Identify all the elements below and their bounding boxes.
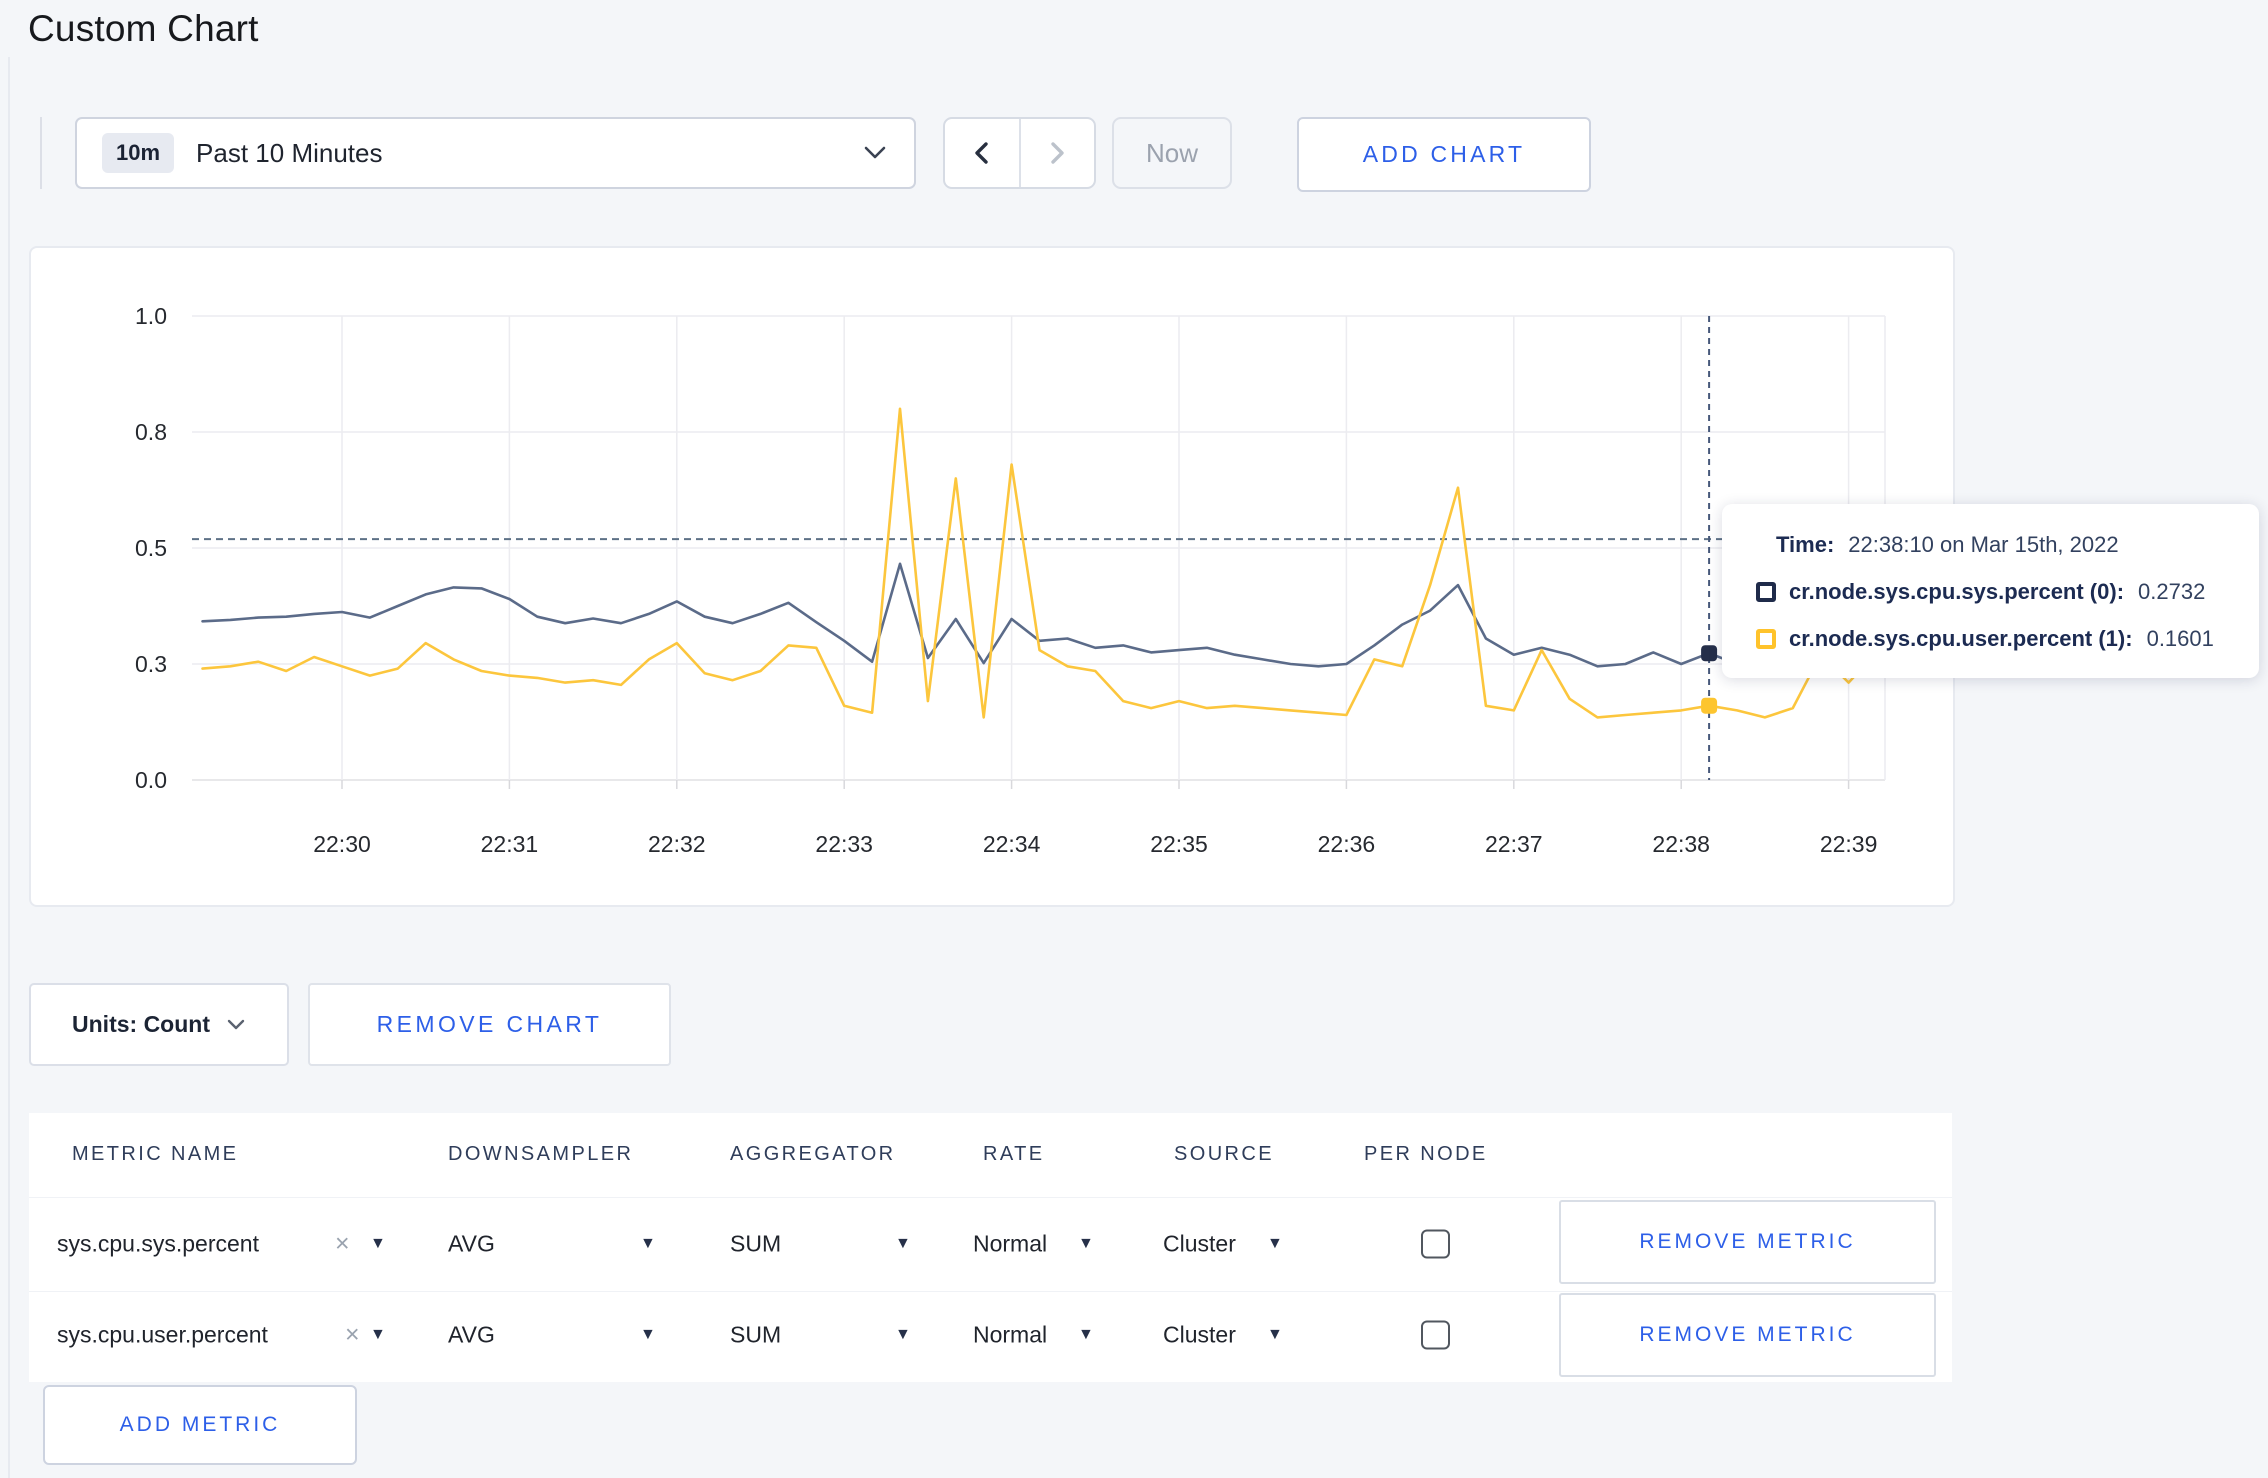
svg-text:0.0: 0.0	[135, 767, 167, 793]
add-metric-label: ADD METRIC	[119, 1413, 281, 1436]
per-node-checkbox[interactable]	[1421, 1320, 1450, 1350]
tooltip-time-row: Time: 22:38:10 on Mar 15th, 2022	[1756, 529, 2233, 561]
remove-metric-button[interactable]: REMOVE METRIC	[1559, 1293, 1936, 1377]
chart-tooltip: Time: 22:38:10 on Mar 15th, 2022 cr.node…	[1722, 504, 2259, 678]
chart-card: 0.0 0.3 0.5 0.8 1.0 22:30 22:31 22:32 22:33 22:34…	[29, 246, 1955, 907]
units-select-label: Units: Count	[72, 1011, 210, 1037]
table-row-separator	[29, 1197, 1952, 1198]
rate-select[interactable]: Normal	[973, 1322, 1047, 1349]
svg-text:0.8: 0.8	[135, 419, 167, 445]
downsampler-select[interactable]: AVG	[448, 1322, 495, 1349]
now-button[interactable]: Now	[1112, 117, 1232, 189]
source-select[interactable]: Cluster	[1163, 1231, 1236, 1258]
series-swatch-sys-icon	[1756, 582, 1776, 602]
dropdown-caret-icon[interactable]: ▼	[370, 1326, 386, 1344]
aggregator-value: SUM	[730, 1230, 782, 1257]
downsampler-select[interactable]: AVG	[448, 1231, 495, 1258]
column-header-downsampler: DOWNSAMPLER	[448, 1143, 634, 1165]
clear-metric-icon[interactable]: ×	[345, 1321, 360, 1350]
svg-text:22:30: 22:30	[313, 831, 371, 857]
metric-name-value: sys.cpu.user.percent	[57, 1321, 268, 1348]
svg-text:22:32: 22:32	[648, 831, 706, 857]
dropdown-caret-icon[interactable]: ▼	[370, 1235, 386, 1253]
svg-text:22:36: 22:36	[1318, 831, 1376, 857]
add-metric-button[interactable]: ADD METRIC	[43, 1385, 357, 1465]
per-node-checkbox[interactable]	[1421, 1229, 1450, 1259]
remove-chart-label: REMOVE CHART	[376, 1011, 603, 1037]
add-chart-label: ADD CHART	[1362, 141, 1526, 167]
time-pager	[943, 117, 1096, 189]
column-header-metric-name: METRIC NAME	[72, 1143, 239, 1165]
remove-metric-label: REMOVE METRIC	[1639, 1230, 1856, 1253]
rate-value: Normal	[973, 1321, 1048, 1348]
remove-metric-button[interactable]: REMOVE METRIC	[1559, 1200, 1936, 1284]
tooltip-series-value: 0.1601	[2146, 626, 2214, 651]
svg-text:22:38: 22:38	[1652, 831, 1710, 857]
tooltip-time-value: 22:38:10 on Mar 15th, 2022	[1848, 532, 2119, 557]
chevron-right-icon	[1043, 139, 1071, 167]
aggregator-select[interactable]: SUM	[730, 1322, 781, 1349]
column-header-aggregator: AGGREGATOR	[730, 1143, 896, 1165]
page-edge-divider	[8, 57, 10, 1478]
add-chart-button[interactable]: ADD CHART	[1297, 117, 1591, 192]
svg-text:22:39: 22:39	[1820, 831, 1878, 857]
rate-select[interactable]: Normal	[973, 1231, 1047, 1258]
controls-divider	[40, 117, 42, 189]
series-swatch-user-icon	[1756, 629, 1776, 649]
column-header-source: SOURCE	[1174, 1143, 1274, 1165]
downsampler-value: AVG	[448, 1230, 495, 1257]
table-row-separator	[29, 1291, 1952, 1292]
tooltip-series-label: cr.node.sys.cpu.sys.percent (0):	[1789, 579, 2125, 604]
remove-chart-button[interactable]: REMOVE CHART	[308, 983, 671, 1066]
svg-text:0.5: 0.5	[135, 535, 167, 561]
dropdown-caret-icon[interactable]: ▼	[1267, 1235, 1283, 1253]
dropdown-caret-icon[interactable]: ▼	[1078, 1235, 1094, 1253]
units-select[interactable]: Units: Count	[29, 983, 289, 1066]
tooltip-time-label: Time:	[1776, 532, 1835, 557]
time-forward-button[interactable]	[1018, 119, 1095, 187]
svg-text:22:37: 22:37	[1485, 831, 1543, 857]
svg-text:22:31: 22:31	[481, 831, 539, 857]
downsampler-value: AVG	[448, 1321, 495, 1348]
tooltip-series-row: cr.node.sys.cpu.user.percent (1): 0.1601	[1756, 623, 2233, 655]
remove-metric-label: REMOVE METRIC	[1639, 1323, 1856, 1346]
time-range-badge: 10m	[102, 133, 175, 173]
chevron-down-icon	[226, 1018, 246, 1032]
svg-text:22:33: 22:33	[815, 831, 873, 857]
dropdown-caret-icon[interactable]: ▼	[895, 1235, 911, 1253]
column-header-per-node: PER NODE	[1364, 1143, 1488, 1165]
svg-text:22:34: 22:34	[983, 831, 1041, 857]
metric-name-select[interactable]: sys.cpu.sys.percent	[57, 1231, 259, 1258]
dropdown-caret-icon[interactable]: ▼	[895, 1326, 911, 1344]
source-value: Cluster	[1163, 1230, 1236, 1257]
rate-value: Normal	[973, 1230, 1048, 1257]
chevron-left-icon	[968, 139, 996, 167]
dropdown-caret-icon[interactable]: ▼	[1267, 1326, 1283, 1344]
time-range-label: Past 10 Minutes	[196, 137, 383, 168]
aggregator-select[interactable]: SUM	[730, 1231, 781, 1258]
page-title: Custom Chart	[28, 8, 259, 49]
dropdown-caret-icon[interactable]: ▼	[640, 1326, 656, 1344]
metrics-table: METRIC NAME DOWNSAMPLER AGGREGATOR RATE …	[29, 1113, 1952, 1382]
cpu-chart-canvas[interactable]: 0.0 0.3 0.5 0.8 1.0 22:30 22:31 22:32 22:33 22:34…	[31, 248, 1953, 905]
time-back-button[interactable]	[945, 119, 1019, 187]
metric-name-select[interactable]: sys.cpu.user.percent	[57, 1322, 268, 1349]
dropdown-caret-icon[interactable]: ▼	[1078, 1326, 1094, 1344]
svg-text:1.0: 1.0	[135, 303, 167, 329]
metric-name-value: sys.cpu.sys.percent	[57, 1230, 259, 1257]
time-range-select[interactable]: 10m Past 10 Minutes	[75, 117, 916, 189]
now-button-label: Now	[1145, 137, 1198, 168]
clear-metric-icon[interactable]: ×	[335, 1230, 350, 1259]
dropdown-caret-icon[interactable]: ▼	[640, 1235, 656, 1253]
tooltip-series-value: 0.2732	[2138, 579, 2206, 604]
aggregator-value: SUM	[730, 1321, 782, 1348]
svg-text:0.3: 0.3	[135, 651, 167, 677]
tooltip-series-label: cr.node.sys.cpu.user.percent (1):	[1789, 626, 2133, 651]
column-header-rate: RATE	[983, 1143, 1045, 1165]
chevron-down-icon	[862, 144, 888, 162]
source-select[interactable]: Cluster	[1163, 1322, 1236, 1349]
svg-text:22:35: 22:35	[1150, 831, 1208, 857]
source-value: Cluster	[1163, 1321, 1236, 1348]
tooltip-series-row: cr.node.sys.cpu.sys.percent (0): 0.2732	[1756, 576, 2233, 608]
